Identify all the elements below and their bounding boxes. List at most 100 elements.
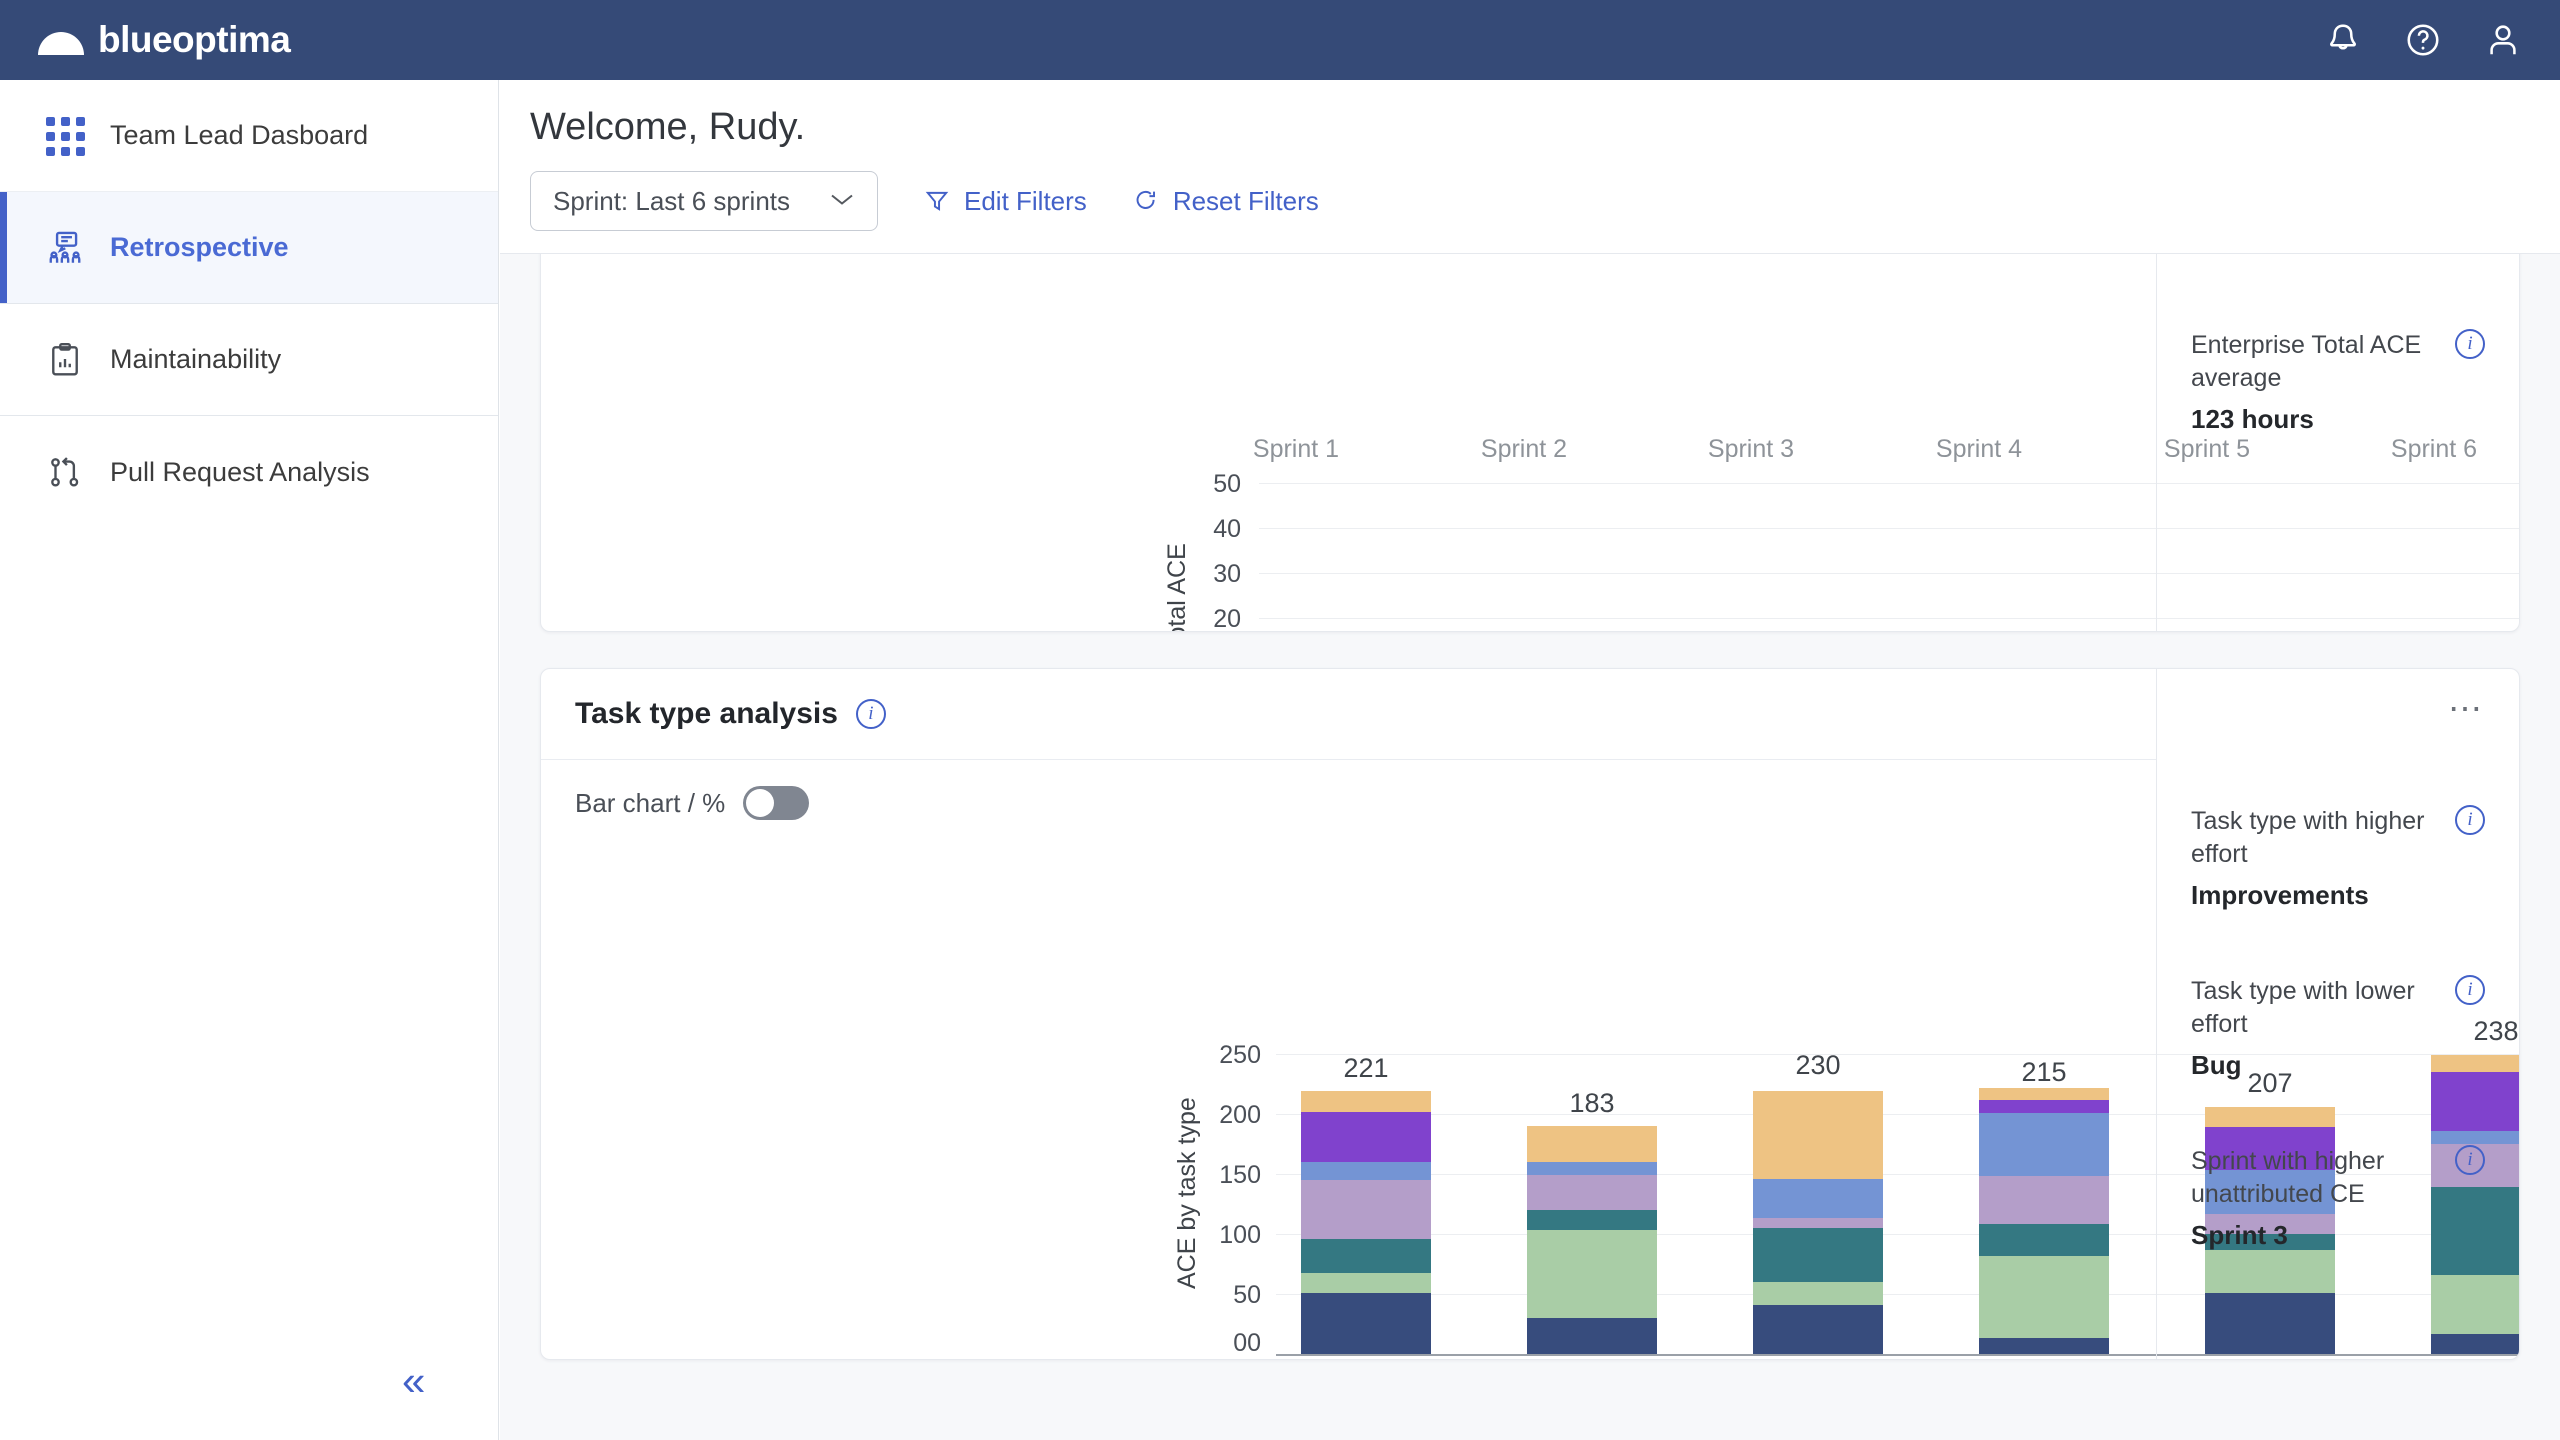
reset-filters-button[interactable]: Reset Filters [1133, 186, 1319, 217]
stack-sprint-1-bug[interactable] [1301, 1180, 1431, 1239]
kpi-value: Improvements [2191, 880, 2369, 910]
bell-icon[interactable] [2324, 21, 2362, 59]
total-ace-ytick-5: 50 [1213, 470, 1241, 498]
reset-filters-label: Reset Filters [1172, 185, 1319, 216]
stack-sprint-3-task[interactable] [1753, 1228, 1883, 1282]
edit-filters-label: Edit Filters [964, 185, 1087, 216]
total-ace-ytick-2: 20 [1213, 605, 1241, 632]
stack-sprint-2-technical-debt[interactable] [1527, 1162, 1657, 1176]
total-ace-top-label-1: Sprint 2 [1480, 435, 1568, 463]
stack-sprint-2-improvements[interactable] [1527, 1230, 1657, 1318]
total-ace-ytick-3: 30 [1213, 560, 1241, 588]
stack-sprint-4-bug[interactable] [1979, 1176, 2109, 1225]
stack-sprint-3-new-feature[interactable] [1753, 1304, 1883, 1354]
stack-total-sprint-4: 215 [2021, 1057, 2067, 1087]
page-title: Welcome, Rudy. [530, 106, 806, 148]
task-type-analysis-card: Task type analysis i Bar chart / % ACE b… [540, 668, 2520, 1360]
info-icon[interactable]: i [2455, 1145, 2485, 1175]
total-ace-top-label-0: Sprint 1 [1252, 435, 1340, 463]
sprint-filter-select[interactable]: Sprint: Last 6 sprints [530, 171, 878, 231]
sidebar-item-label: Team Lead Dasboard [110, 120, 369, 150]
task-type-ytick-2: 100 [1219, 1221, 1261, 1249]
sidebar-item-maintainability[interactable]: Maintainability [0, 304, 498, 416]
app-root: blueoptima Team Lead Dasboard Retrospect… [0, 0, 2560, 1440]
sidebar-item-label: Pull Request Analysis [110, 456, 370, 487]
sidebar-item-label: Retrospective [110, 232, 289, 262]
grid-icon [46, 116, 85, 156]
brand-name: blueoptima [98, 19, 291, 60]
clipboard-chart-icon [46, 341, 84, 379]
sprint-filter-value: Sprint: Last 6 sprints [553, 185, 790, 216]
stack-sprint-3-bug[interactable] [1753, 1218, 1883, 1228]
stack-sprint-2-bug[interactable] [1527, 1175, 1657, 1210]
stack-sprint-4-unattributed-ce[interactable] [1979, 1087, 2109, 1100]
task-type-ytick-5: 250 [1219, 1041, 1261, 1069]
total-ace-top-label-2: Sprint 3 [1707, 435, 1795, 463]
total-ace-kpi-panel: Enterprise Total ACE average i 123 hours [2156, 254, 2519, 631]
stack-total-sprint-2: 183 [1569, 1088, 1615, 1118]
sidebar-item-retrospective[interactable]: Retrospective [0, 192, 498, 304]
task-type-ytick-1: 50 [1233, 1281, 1261, 1309]
stack-sprint-1-task[interactable] [1301, 1239, 1431, 1273]
cards-scroll-region[interactable]: Total ACE Sprint 1 Sprint 2 Sprint 3 Spr… [500, 254, 2560, 1440]
stack-total-sprint-1: 221 [1343, 1053, 1389, 1083]
more-options-icon[interactable]: ⋯ [2448, 692, 2485, 727]
info-icon[interactable]: i [2455, 329, 2485, 359]
total-ace-ytick-4: 40 [1213, 515, 1241, 543]
git-branch-icon [46, 453, 84, 491]
task-type-chart-plot: ACE by task type 250 200 150 100 50 00 2… [541, 669, 2519, 1359]
stack-sprint-2-task[interactable] [1527, 1210, 1657, 1231]
stack-sprint-4-new-feature[interactable] [1979, 1338, 2109, 1354]
funnel-icon [924, 188, 950, 214]
sidebar-item-pull-request-analysis[interactable]: Pull Request Analysis [0, 416, 498, 528]
task-type-kpi-panel: ⋯ Task type with higher effort i Improve… [2156, 669, 2519, 1359]
stack-sprint-1-epic[interactable] [1301, 1111, 1431, 1163]
task-type-ytick-3: 150 [1219, 1161, 1261, 1189]
stack-sprint-2-new-feature[interactable] [1527, 1318, 1657, 1354]
total-ace-top-label-3: Sprint 4 [1935, 435, 2023, 463]
help-circle-icon[interactable] [2404, 21, 2442, 59]
sidebar-item-team-lead-dashboard[interactable]: Team Lead Dasboard [0, 80, 498, 192]
stack-sprint-1-new-feature[interactable] [1301, 1293, 1431, 1355]
kpi-label: Task type with lower effort [2191, 977, 2415, 1038]
kpi-task-type-higher-effort: Task type with higher effort i Improveme… [2191, 805, 2485, 911]
kpi-label: Task type with higher effort [2191, 807, 2425, 868]
stack-sprint-4-technical-debt[interactable] [1979, 1112, 2109, 1177]
stack-sprint-2-unattributed-ce[interactable] [1527, 1126, 1657, 1162]
main-content: Welcome, Rudy. Sprint: Last 6 sprints Ed… [500, 80, 2560, 1440]
sidebar: Team Lead Dasboard Retrospective Maintai… [0, 80, 499, 1440]
retrospective-icon [46, 229, 84, 267]
info-icon[interactable]: i [2455, 805, 2485, 835]
top-bar-icons [2324, 21, 2522, 59]
stack-sprint-3-improvements[interactable] [1753, 1282, 1883, 1305]
stack-sprint-1-improvements[interactable] [1301, 1272, 1431, 1293]
brand-logo[interactable]: blueoptima [38, 17, 291, 63]
stack-sprint-1-technical-debt[interactable] [1301, 1162, 1431, 1181]
dome-logo-icon [38, 17, 84, 63]
total-ace-chart-plot: Total ACE Sprint 1 Sprint 2 Sprint 3 Spr… [541, 254, 2519, 632]
total-ace-chart: Total ACE Sprint 1 Sprint 2 Sprint 3 Spr… [541, 254, 2519, 632]
stack-sprint-4-task[interactable] [1979, 1224, 2109, 1256]
stack-total-sprint-3: 230 [1795, 1050, 1841, 1080]
task-type-ytick-4: 200 [1219, 1101, 1261, 1129]
kpi-sprint-higher-unattributed-ce: Sprint with higher unattributed CE i Spr… [2191, 1145, 2485, 1251]
user-icon[interactable] [2484, 21, 2522, 59]
sidebar-item-label: Maintainability [110, 344, 282, 374]
task-type-card-body: Task type analysis i Bar chart / % ACE b… [541, 669, 2519, 1359]
stack-sprint-4-epic[interactable] [1979, 1099, 2109, 1113]
total-ace-card: Total ACE Sprint 1 Sprint 2 Sprint 3 Spr… [540, 254, 2520, 632]
sidebar-collapse-button[interactable]: « [402, 1360, 425, 1402]
stack-sprint-3-unattributed-ce[interactable] [1753, 1091, 1883, 1179]
reset-icon [1133, 188, 1159, 214]
edit-filters-button[interactable]: Edit Filters [924, 186, 1087, 217]
kpi-value: Bug [2191, 1050, 2242, 1080]
chevron-down-icon [829, 190, 855, 213]
info-icon[interactable]: i [2455, 975, 2485, 1005]
filter-bar: Sprint: Last 6 sprints Edit Filters Rese… [530, 171, 2530, 231]
kpi-task-type-lower-effort: Task type with lower effort i Bug [2191, 975, 2485, 1081]
stack-sprint-3-technical-debt[interactable] [1753, 1178, 1883, 1219]
stack-sprint-4-improvements[interactable] [1979, 1255, 2109, 1339]
stack-sprint-1-unattributed-ce[interactable] [1301, 1091, 1431, 1112]
kpi-label: Enterprise Total ACE average [2191, 331, 2422, 392]
kpi-value: Sprint 3 [2191, 1220, 2288, 1250]
